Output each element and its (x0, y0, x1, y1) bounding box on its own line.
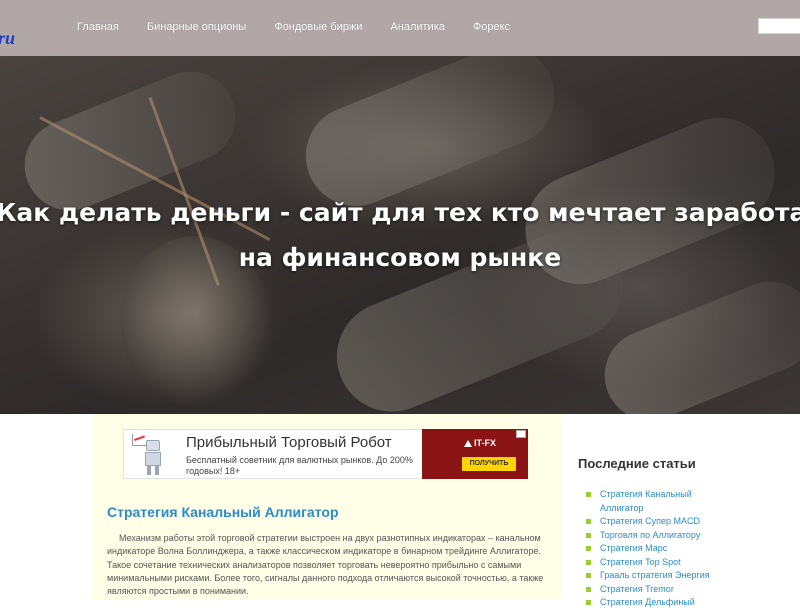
recent-post-link[interactable]: Стратегия Дельфиный (586, 596, 726, 610)
nav-item-analytics[interactable]: Аналитика (390, 21, 444, 33)
recent-post-link[interactable]: Грааль стратегия Энергия (586, 569, 726, 583)
hero-banner: Как делать деньги - сайт для тех кто меч… (0, 56, 800, 414)
ad-cta-button[interactable]: ПОЛУЧИТЬ (462, 457, 516, 471)
hero-title-line-2: на финансовом рынке (238, 243, 562, 272)
nav-item-home[interactable]: Главная (77, 21, 119, 33)
recent-posts-list: Стратегия Канальный Аллигатор Стратегия … (586, 488, 726, 610)
recent-post-link[interactable]: Стратегия Супер MACD (586, 515, 726, 529)
ad-title[interactable]: Прибыльный Торговый Робот (186, 434, 392, 451)
robot-icon (132, 434, 172, 476)
ad-brand-panel[interactable]: IT-FX ПОЛУЧИТЬ (422, 429, 528, 479)
main-nav: Главная Бинарные опционы Фондовые биржи … (77, 21, 538, 33)
brand-triangle-icon (464, 440, 472, 447)
top-nav-bar: ru Главная Бинарные опционы Фондовые бир… (0, 0, 800, 56)
nav-item-forex[interactable]: Форекс (473, 21, 510, 33)
recent-post-link[interactable]: Стратегия Tremor (586, 583, 726, 597)
nav-item-binary-options[interactable]: Бинарные опционы (147, 21, 246, 33)
main-content: Прибыльный Торговый Робот Бесплатный сов… (92, 414, 562, 600)
article-title[interactable]: Стратегия Канальный Аллигатор (107, 504, 339, 520)
recent-post-link[interactable]: Стратегия Top Spot (586, 556, 726, 570)
brand-name: IT-FX (474, 438, 496, 448)
brand-logo: IT-FX (464, 438, 496, 448)
site-logo[interactable]: ru (0, 28, 15, 49)
hero-title-line-1: Как делать деньги - сайт для тех кто меч… (0, 198, 800, 227)
ad-text: Бесплатный советник для валютных рынков.… (186, 455, 413, 476)
recent-posts-heading: Последние статьи (578, 456, 696, 471)
recent-post-link[interactable]: Стратегия Канальный Аллигатор (586, 488, 726, 515)
article-excerpt: Механизм работы этой торговой стратегии … (107, 533, 544, 597)
chart-icon (132, 434, 146, 446)
ad-banner[interactable]: Прибыльный Торговый Робот Бесплатный сов… (123, 429, 528, 479)
sidebar: Последние статьи Стратегия Канальный Алл… (562, 414, 800, 607)
ad-info-icon[interactable] (516, 430, 526, 438)
recent-post-link[interactable]: Стратегия Марс (586, 542, 726, 556)
nav-item-stock-exchanges[interactable]: Фондовые биржи (274, 21, 362, 33)
recent-post-link[interactable]: Торговля по Аллигатору (586, 529, 726, 543)
search-input[interactable] (758, 18, 800, 34)
hero-title: Как делать деньги - сайт для тех кто меч… (0, 190, 800, 280)
